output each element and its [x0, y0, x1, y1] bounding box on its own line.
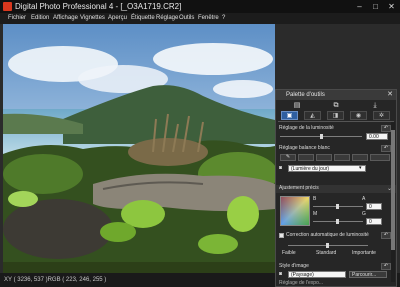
level-high-label: Importante [352, 250, 376, 256]
palette-toolbar: ▤ ⧉ ⤓ [278, 101, 394, 110]
tab-basic[interactable]: ▣ [281, 111, 298, 120]
window-title: Digital Photo Professional 4 - [_O3A1719… [15, 2, 182, 11]
export-icon[interactable]: ⤓ [356, 101, 394, 110]
b-value-field[interactable]: 0 [366, 203, 382, 210]
white-balance-label: Réglage balance blanc [279, 145, 330, 151]
a-axis-label: A [362, 196, 366, 202]
status-text: XY ( 3236, 537 )RGB ( 223, 246, 255 ) [4, 277, 107, 283]
menu-bar: Fichier Edition Affichage Vignettes Aper… [0, 13, 400, 24]
wb-preset-5-button[interactable] [370, 154, 390, 161]
fine-adjust-section[interactable]: Ajustement précis ⌄ [276, 185, 396, 193]
tab-lens[interactable]: ◉ [350, 111, 367, 120]
m-g-slider-handle[interactable] [336, 219, 339, 224]
picture-style-reset-button[interactable]: ↶ [381, 263, 391, 270]
palette-close-icon[interactable]: ✕ [387, 90, 393, 100]
m-axis-label: M [313, 211, 318, 217]
menu-edition[interactable]: Edition [31, 13, 49, 24]
landscape-photo [3, 24, 275, 273]
tool-palette: Palette d'outils ✕ ▤ ⧉ ⤓ ▣ ◭ ◨ ◉ ✲ Régla… [275, 89, 397, 287]
palette-titlebar[interactable]: Palette d'outils ✕ [276, 90, 396, 100]
wb-preset-1-button[interactable] [298, 154, 314, 161]
menu-fichier[interactable]: Fichier [8, 13, 26, 24]
white-balance-reset-button[interactable]: ↶ [381, 145, 391, 152]
b-a-slider-handle[interactable] [336, 204, 339, 209]
auto-brightness-slider-handle[interactable] [326, 243, 329, 248]
wb-preset-4-button[interactable] [352, 154, 368, 161]
image-preview[interactable] [3, 24, 275, 273]
app-icon [3, 2, 12, 11]
picture-style-label: Style d'image [279, 263, 309, 269]
brightness-slider-handle[interactable] [320, 134, 323, 139]
menu-fenetre[interactable]: Fenêtre [198, 13, 219, 24]
auto-brightness-label: Correction automatique de luminosité [286, 232, 369, 238]
white-balance-select[interactable]: (Lumière du jour) [288, 165, 366, 172]
g-axis-label: G [362, 211, 366, 217]
chevron-down-icon: ▾ [359, 165, 362, 171]
g-value-field[interactable]: 0 [366, 218, 382, 225]
camera-icon: ◙ [279, 165, 283, 171]
color-wheel[interactable] [280, 196, 310, 226]
crop-icon[interactable]: ⧉ [317, 101, 355, 110]
camera-icon-2: ◙ [279, 271, 283, 277]
menu-help[interactable]: ? [222, 13, 225, 24]
brightness-value-field[interactable]: 0.00 [366, 133, 388, 140]
auto-brightness-checkbox[interactable] [279, 233, 284, 238]
auto-brightness-reset-button[interactable]: ↶ [381, 232, 391, 239]
menu-apercu[interactable]: Aperçu [108, 13, 127, 24]
eyedropper-button[interactable]: ✎ [280, 154, 296, 161]
palette-title: Palette d'outils [286, 92, 325, 98]
menu-etiquette[interactable]: Étiquette [131, 13, 155, 24]
wb-preset-3-button[interactable] [334, 154, 350, 161]
wb-preset-2-button[interactable] [316, 154, 332, 161]
close-button[interactable]: ✕ [384, 0, 399, 13]
minimize-button[interactable]: – [352, 0, 367, 13]
brightness-reset-button[interactable]: ↶ [381, 125, 391, 132]
menu-outils[interactable]: Outils [179, 13, 194, 24]
level-standard-label: Standard [316, 250, 337, 256]
fine-adjust-label: Ajustement précis [279, 185, 319, 191]
menu-reglage[interactable]: Réglage [156, 13, 178, 24]
palette-scrollbar-thumb[interactable] [391, 130, 395, 250]
browse-button[interactable]: Parcourir... [349, 271, 387, 278]
level-low-label: Faible [282, 250, 296, 256]
title-bar: Digital Photo Professional 4 - [_O3A1719… [0, 0, 400, 13]
detail-label: Réglage de l'expo... [279, 280, 324, 286]
film-icon[interactable]: ▤ [278, 101, 316, 110]
maximize-button[interactable]: □ [368, 0, 383, 13]
tab-settings[interactable]: ✲ [373, 111, 390, 120]
brightness-label: Réglage de la luminosité [279, 125, 334, 131]
tab-tone[interactable]: ◭ [304, 111, 321, 120]
palette-scrollbar[interactable] [391, 122, 395, 282]
tab-color[interactable]: ◨ [327, 111, 344, 120]
picture-style-select[interactable]: (Paysage) [288, 271, 346, 278]
b-axis-label: B [313, 196, 317, 202]
menu-vignettes[interactable]: Vignettes [80, 13, 105, 24]
palette-tabs: ▣ ◭ ◨ ◉ ✲ [278, 111, 394, 122]
menu-affichage[interactable]: Affichage [53, 13, 78, 24]
